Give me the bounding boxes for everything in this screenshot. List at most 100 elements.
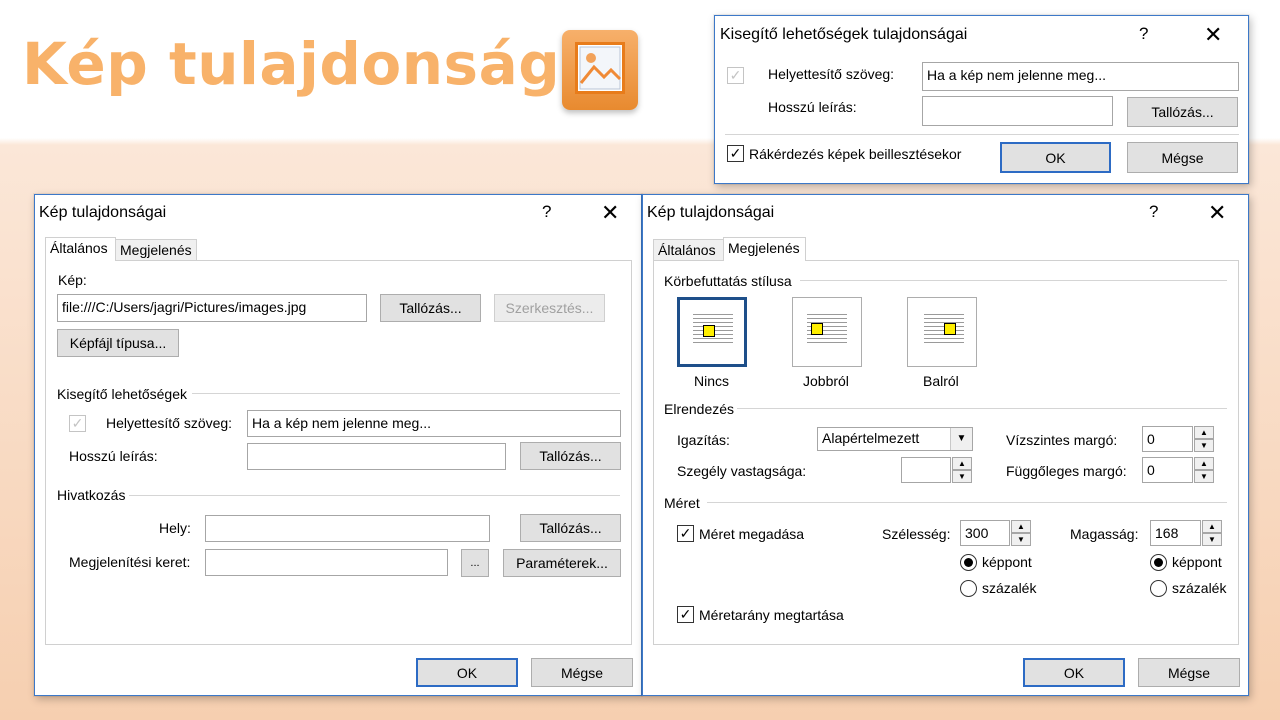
long-desc-input[interactable] — [247, 443, 506, 470]
vmargin-up[interactable]: ▲ — [1194, 457, 1214, 470]
cancel-button[interactable]: Mégse — [531, 658, 633, 687]
width-pixels-radio[interactable] — [960, 554, 977, 571]
wrap-left-option[interactable] — [907, 297, 977, 367]
width-percent-label: százalék — [982, 580, 1037, 596]
dialog-title: Kép tulajdonságai — [647, 204, 775, 221]
frame-picker-button[interactable]: ... — [461, 549, 489, 577]
set-size-checkbox[interactable]: ✓ — [677, 525, 694, 542]
height-input[interactable]: 168 — [1150, 520, 1201, 546]
tab-appearance[interactable]: Megjelenés — [723, 237, 806, 261]
close-button[interactable]: ✕ — [601, 202, 619, 224]
group-divider — [192, 393, 620, 394]
browse-button[interactable]: Tallózás... — [1127, 97, 1238, 127]
wrap-none-option[interactable] — [677, 297, 747, 367]
wrap-left-label: Balról — [923, 373, 959, 389]
help-button[interactable]: ? — [1139, 24, 1148, 44]
width-input[interactable]: 300 — [960, 520, 1010, 546]
browse-button[interactable]: Tallózás... — [380, 294, 481, 322]
align-select-value: Alapértelmezett — [822, 430, 920, 446]
tab-label: Megjelenés — [120, 242, 192, 258]
help-button[interactable]: ? — [542, 202, 551, 222]
location-input[interactable] — [205, 515, 490, 542]
hmargin-input[interactable]: 0 — [1142, 426, 1193, 452]
image-marker — [944, 323, 956, 335]
width-up[interactable]: ▲ — [1011, 520, 1031, 533]
alt-text-label: Helyettesítő szöveg: — [768, 66, 895, 82]
vmargin-input[interactable]: 0 — [1142, 457, 1193, 483]
edit-button: Szerkesztés... — [494, 294, 605, 322]
height-pixels-label: képpont — [1172, 554, 1222, 570]
align-label: Igazítás: — [677, 432, 730, 448]
vmargin-down[interactable]: ▼ — [1194, 470, 1214, 483]
height-label: Magasság: — [1070, 526, 1139, 542]
picture-properties-dialog-general: Kép tulajdonságai ? ✕ Általános Megjelen… — [34, 194, 642, 696]
parameters-button[interactable]: Paraméterek... — [503, 549, 621, 577]
image-label: Kép: — [58, 272, 87, 288]
width-down[interactable]: ▼ — [1011, 533, 1031, 546]
long-desc-label: Hosszú leírás: — [69, 448, 158, 464]
group-divider — [800, 280, 1227, 281]
height-percent-radio[interactable] — [1150, 580, 1167, 597]
width-label: Szélesség: — [882, 526, 951, 542]
height-pixels-radio[interactable] — [1150, 554, 1167, 571]
slide-title: Kép tulajdonságai — [22, 30, 621, 98]
wrap-group-label: Körbefuttatás stílusa — [664, 273, 792, 289]
width-percent-radio[interactable] — [960, 580, 977, 597]
tab-label: Általános — [50, 240, 108, 256]
size-group-label: Méret — [664, 495, 700, 511]
ok-button[interactable]: OK — [1000, 142, 1111, 173]
tab-general[interactable]: Általános — [45, 237, 116, 261]
alt-text-input[interactable]: Ha a kép nem jelenne meg... — [247, 410, 621, 437]
chevron-down-icon: ▼ — [950, 428, 972, 450]
layout-group-label: Elrendezés — [664, 401, 735, 417]
alt-text-checkbox[interactable]: ✓ — [69, 415, 86, 432]
border-down[interactable]: ▼ — [952, 470, 972, 483]
cancel-button[interactable]: Mégse — [1138, 658, 1240, 687]
frame-input[interactable] — [205, 549, 448, 576]
height-down[interactable]: ▼ — [1202, 533, 1222, 546]
close-button[interactable]: ✕ — [1208, 202, 1226, 224]
close-button[interactable]: ✕ — [1204, 24, 1222, 46]
accessibility-group-label: Kisegítő lehetőségek — [57, 386, 187, 402]
ok-button[interactable]: OK — [416, 658, 518, 687]
hmargin-down[interactable]: ▼ — [1194, 439, 1214, 452]
group-divider — [737, 408, 1227, 409]
alt-text-input[interactable]: Ha a kép nem jelenne meg... — [922, 62, 1239, 91]
ok-button[interactable]: OK — [1023, 658, 1125, 687]
border-up[interactable]: ▲ — [952, 457, 972, 470]
keep-ratio-checkbox[interactable]: ✓ — [677, 606, 694, 623]
wrap-right-label: Jobbról — [803, 373, 849, 389]
border-label: Szegély vastagsága: — [677, 463, 807, 479]
image-path-input[interactable]: file:///C:/Users/jagri/Pictures/images.j… — [57, 294, 367, 322]
picture-properties-icon — [562, 30, 638, 110]
wrap-none-label: Nincs — [694, 373, 730, 389]
alt-text-checkbox[interactable]: ✓ — [727, 67, 744, 84]
cancel-button[interactable]: Mégse — [1127, 142, 1238, 173]
link-group-label: Hivatkozás — [57, 487, 126, 503]
prompt-on-insert-checkbox[interactable]: ✓ — [727, 145, 744, 162]
wrap-right-option[interactable] — [792, 297, 862, 367]
tab-general[interactable]: Általános — [653, 239, 724, 261]
accessibility-properties-dialog: Kisegítő lehetőségek tulajdonságai ? ✕ ✓… — [714, 15, 1249, 184]
tab-label: Általános — [658, 242, 716, 258]
set-size-label: Méret megadása — [699, 526, 805, 542]
file-type-button[interactable]: Képfájl típusa... — [57, 329, 179, 357]
border-input[interactable] — [901, 457, 951, 483]
align-select[interactable]: Alapértelmezett ▼ — [817, 427, 973, 451]
dialog-title: Kép tulajdonságai — [39, 204, 167, 221]
browse-button[interactable]: Tallózás... — [520, 514, 621, 542]
prompt-on-insert-label: Rákérdezés képek beillesztésekor — [749, 146, 962, 162]
browse-button[interactable]: Tallózás... — [520, 442, 621, 470]
group-divider — [129, 495, 620, 496]
group-divider — [707, 502, 1227, 503]
dialog-title: Kisegítő lehetőségek tulajdonságai — [720, 26, 968, 43]
image-marker — [811, 323, 823, 335]
tab-label: Megjelenés — [728, 240, 800, 256]
long-desc-input[interactable] — [922, 96, 1113, 126]
hmargin-label: Vízszintes margó: — [1006, 432, 1118, 448]
width-pixels-label: képpont — [982, 554, 1032, 570]
tab-appearance[interactable]: Megjelenés — [115, 239, 197, 261]
hmargin-up[interactable]: ▲ — [1194, 426, 1214, 439]
height-up[interactable]: ▲ — [1202, 520, 1222, 533]
help-button[interactable]: ? — [1149, 202, 1158, 222]
